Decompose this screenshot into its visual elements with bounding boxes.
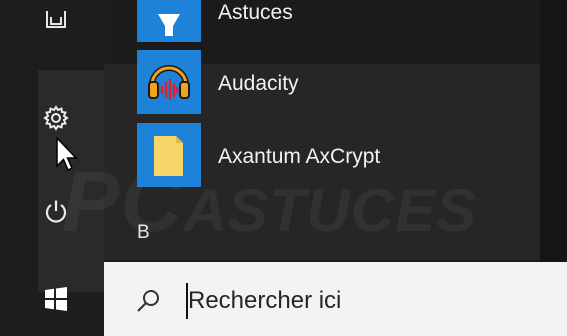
app-label-axcrypt[interactable]: Axantum AxCrypt bbox=[218, 144, 380, 170]
app-tile-audacity[interactable] bbox=[137, 50, 201, 114]
search-input[interactable] bbox=[186, 283, 548, 319]
power-icon[interactable] bbox=[42, 198, 70, 226]
documents-icon[interactable] bbox=[42, 6, 70, 34]
search-icon bbox=[134, 287, 162, 315]
group-letter-b[interactable]: B bbox=[137, 222, 150, 244]
app-tile-axcrypt[interactable] bbox=[137, 123, 201, 187]
windows-start-icon[interactable] bbox=[42, 285, 70, 313]
app-label-audacity[interactable]: Audacity bbox=[218, 71, 299, 97]
funnel-tile-icon bbox=[158, 14, 180, 36]
audacity-icon bbox=[148, 65, 190, 100]
app-tile-astuces[interactable] bbox=[137, 0, 201, 42]
settings-gear-icon[interactable] bbox=[42, 104, 70, 132]
axcrypt-folder-icon bbox=[154, 136, 183, 176]
mouse-cursor-icon bbox=[53, 137, 81, 172]
app-label-astuces[interactable]: Astuces bbox=[218, 0, 293, 26]
